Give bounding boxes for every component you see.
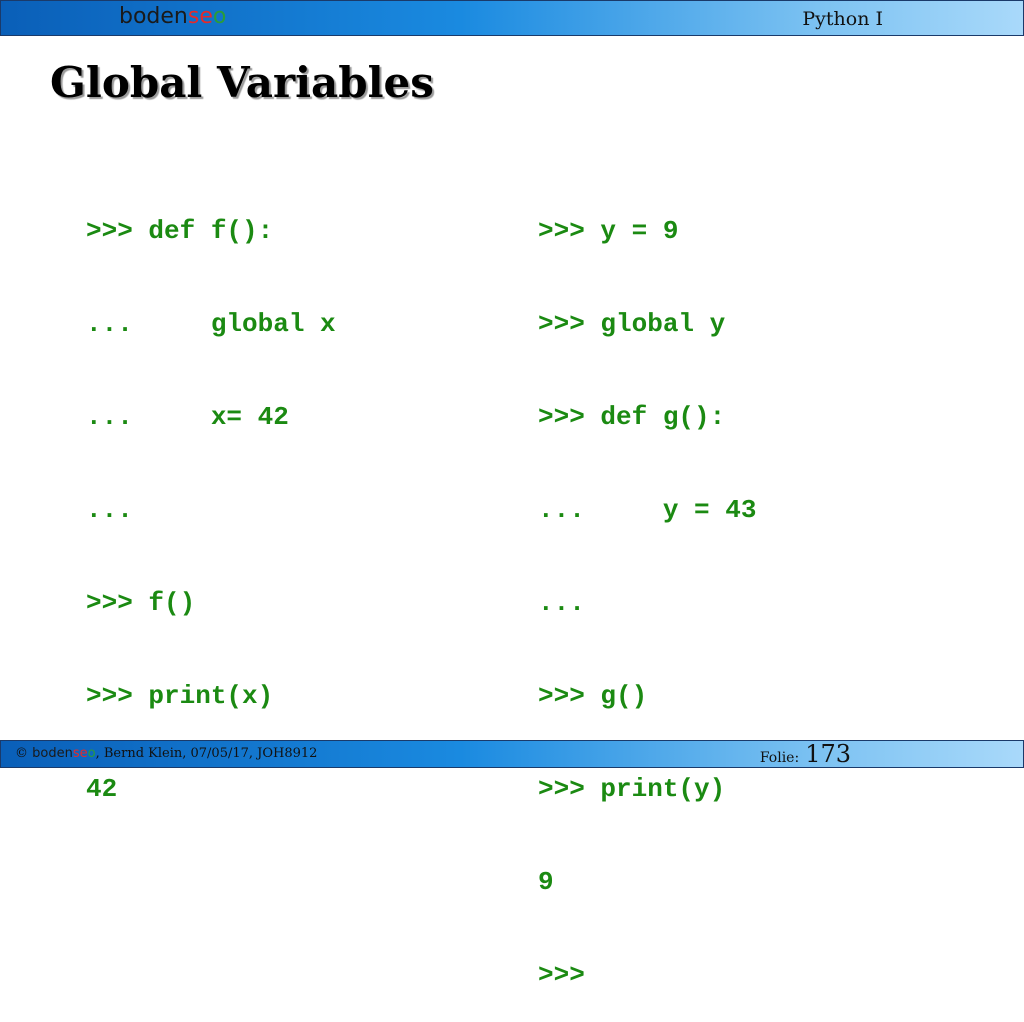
footer-credit: © bodenseo, Bernd Klein, 07/05/17, JOH89…	[15, 746, 317, 761]
code-line: >>> def f():	[86, 216, 274, 246]
footer-bar: © bodenseo, Bernd Klein, 07/05/17, JOH89…	[0, 740, 1024, 768]
footer-logo: bodenseo	[32, 746, 95, 761]
code-block-right: >>> y = 9 >>> global y >>> def g(): ... …	[538, 154, 756, 1022]
code-line: >>> y = 9	[538, 216, 679, 246]
slide-title: Global Variables	[50, 58, 434, 107]
bodenseo-logo: bodenseo	[119, 4, 226, 29]
code-line: ... global x	[86, 309, 336, 339]
code-line: >>> print(y)	[538, 774, 726, 804]
logo-text-o: o	[212, 4, 227, 29]
header-bar: bodenseo Python I	[0, 0, 1024, 36]
code-line: ...	[86, 495, 133, 525]
code-line: 42	[86, 774, 118, 804]
code-line: ... x= 42	[86, 402, 289, 432]
code-line: >>>	[538, 960, 585, 990]
footer-credit-text: , Bernd Klein, 07/05/17, JOH8912	[95, 746, 318, 761]
logo-text-boden: boden	[119, 4, 188, 29]
footer-logo-boden: boden	[32, 746, 73, 761]
folie-label: Folie:	[759, 750, 800, 766]
code-line: 9	[538, 867, 554, 897]
code-line: >>> global y	[538, 309, 726, 339]
copyright-symbol: ©	[15, 746, 28, 761]
footer-logo-se: se	[72, 746, 88, 761]
code-block-left: >>> def f(): ... global x ... x= 42 ... …	[86, 154, 336, 836]
course-title: Python I	[802, 8, 883, 30]
logo-text-se: se	[187, 4, 213, 29]
code-line: >>> print(x)	[86, 681, 274, 711]
code-line: >>> def g():	[538, 402, 726, 432]
code-line: >>> g()	[538, 681, 648, 711]
footer-logo-o: o	[87, 746, 96, 761]
folie-number: 173	[805, 740, 851, 768]
code-line: ...	[538, 588, 585, 618]
code-line: ... y = 43	[538, 495, 757, 525]
slide-number: Folie: 173	[760, 740, 851, 768]
code-line: >>> f()	[86, 588, 196, 618]
